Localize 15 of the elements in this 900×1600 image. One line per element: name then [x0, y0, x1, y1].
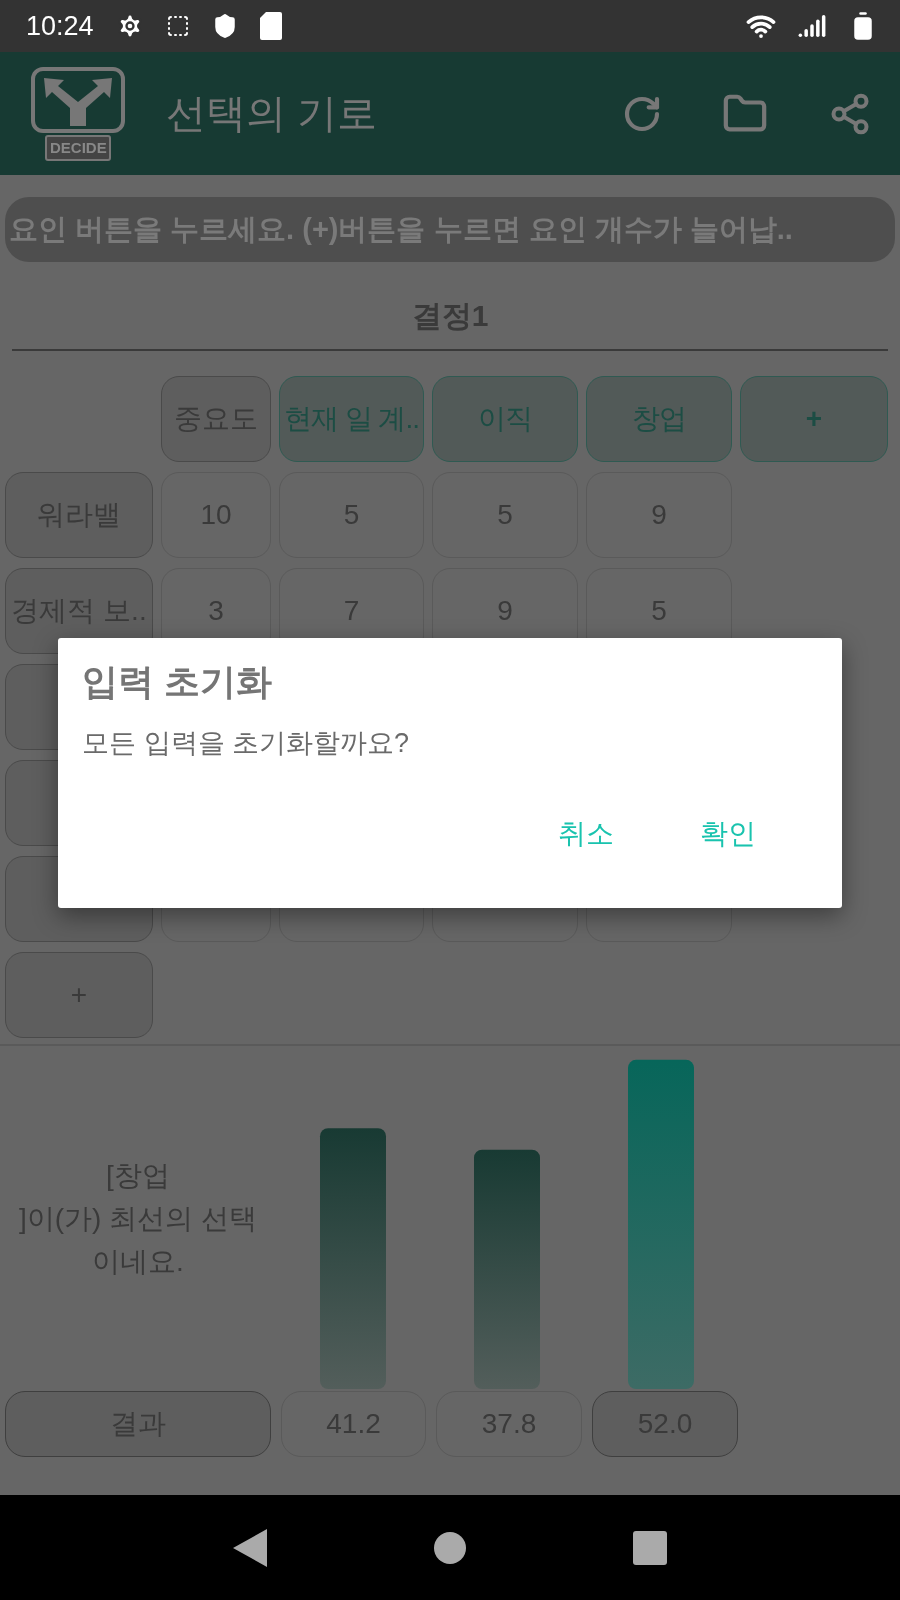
- logo-text: DECIDE: [50, 138, 107, 156]
- cancel-button[interactable]: 취소: [540, 805, 632, 863]
- logo-icon: [30, 65, 126, 162]
- dialog-title: 입력 초기화: [82, 660, 273, 704]
- add-option-button[interactable]: +: [740, 376, 888, 462]
- home-icon[interactable]: [433, 1530, 467, 1565]
- add-factor-button[interactable]: +: [5, 952, 153, 1038]
- app-title: 선택의 기로: [166, 90, 378, 137]
- sd-card-icon: [259, 12, 282, 40]
- recents-icon[interactable]: [633, 1530, 667, 1565]
- signal-icon: [798, 12, 826, 40]
- status-time: 10:24: [26, 10, 94, 42]
- dialog-message: 모든 입력을 초기화할까요?: [82, 727, 411, 760]
- confirm-button[interactable]: 확인: [682, 805, 774, 863]
- back-icon[interactable]: [233, 1528, 267, 1567]
